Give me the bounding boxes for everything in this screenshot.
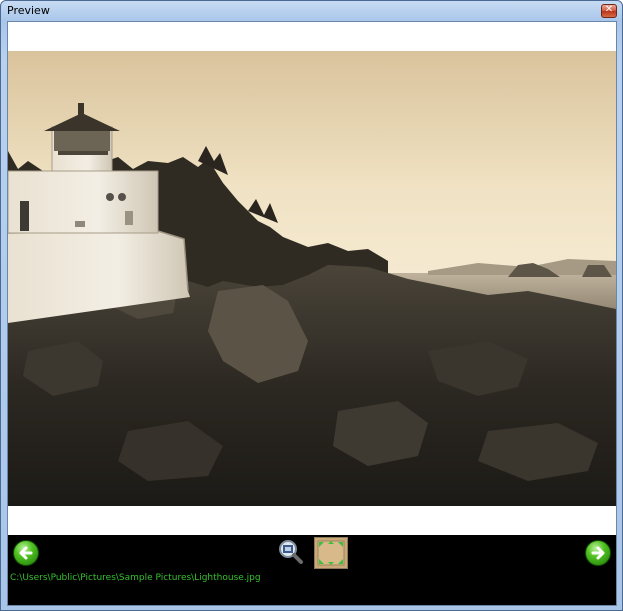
title-bar[interactable]: Preview ✕ <box>1 1 622 21</box>
magnifier-zoom-icon <box>279 540 303 564</box>
fit-to-window-button[interactable] <box>314 537 348 569</box>
previous-image-button[interactable] <box>13 540 39 566</box>
zoom-button[interactable] <box>278 539 304 565</box>
file-path-label: C:\Users\Public\Pictures\Sample Pictures… <box>10 573 261 583</box>
preview-client-area: C:\Users\Public\Pictures\Sample Pictures… <box>7 21 617 606</box>
preview-toolbar: C:\Users\Public\Pictures\Sample Pictures… <box>8 535 616 605</box>
close-button[interactable]: ✕ <box>601 4 617 18</box>
preview-window: Preview ✕ C:\Users\Public\Pictures\Sampl… <box>0 0 623 611</box>
close-icon: ✕ <box>604 4 614 15</box>
image-viewport <box>8 22 616 535</box>
arrow-right-icon <box>591 546 605 560</box>
arrow-left-icon <box>19 546 33 560</box>
fit-to-window-icon <box>317 540 345 566</box>
window-title: Preview <box>7 4 50 17</box>
lighthouse-photo <box>8 51 616 506</box>
next-image-button[interactable] <box>585 540 611 566</box>
